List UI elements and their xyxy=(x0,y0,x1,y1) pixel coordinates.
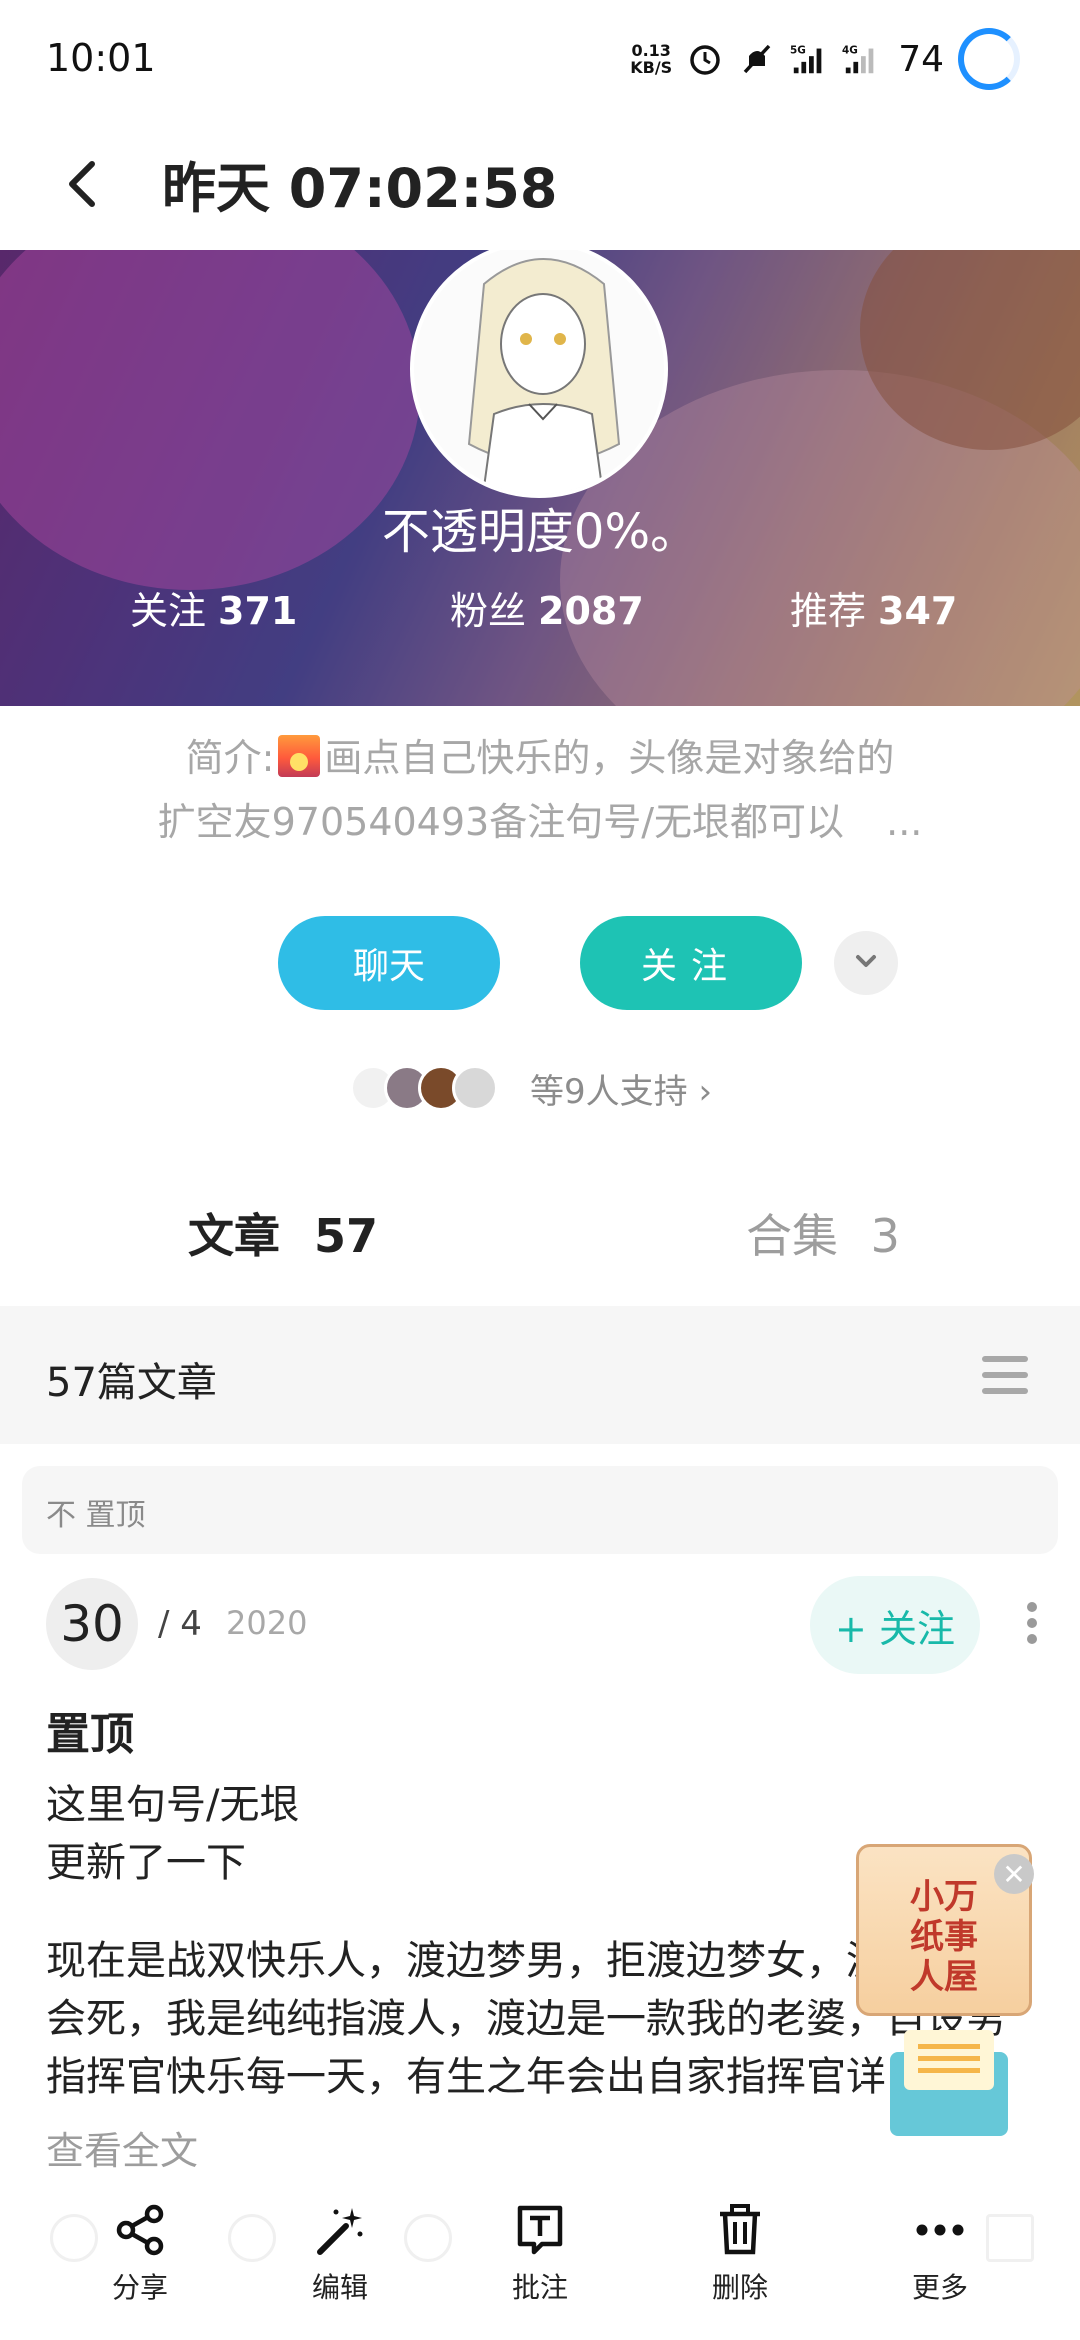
top-bar: 昨天 07:02:58 xyxy=(0,120,1080,250)
tab-collections[interactable]: 合集 3 xyxy=(746,1200,900,1266)
post-title[interactable]: 置顶 xyxy=(46,1698,134,1762)
ad-text-line: 纸事 xyxy=(910,1917,978,1957)
list-menu-icon[interactable] xyxy=(982,1356,1028,1394)
follow-button[interactable]: 关注 xyxy=(580,916,802,1010)
bio-prefix: 简介: xyxy=(185,736,275,780)
tab-count: 3 xyxy=(870,1209,900,1263)
network-speed-value: 0.13 xyxy=(631,41,671,60)
edit-button[interactable]: 编辑 xyxy=(280,2200,400,2306)
back-arrow-icon[interactable] xyxy=(56,148,116,218)
bio-text: 画点自己快乐的，头像是对象给的 xyxy=(324,736,895,780)
tab-label: 合集 xyxy=(746,1209,838,1263)
bio-text: 扩空友970540493备注句号/无垠都可以 xyxy=(157,800,845,844)
svg-text:5G: 5G xyxy=(790,44,806,56)
pinned-filter-bar[interactable]: 不 置顶 xyxy=(22,1466,1058,1554)
network-speed-unit: KB/S xyxy=(630,58,673,77)
trash-icon xyxy=(710,2200,770,2260)
stat-value: 2087 xyxy=(538,589,644,633)
svg-text:4G: 4G xyxy=(842,44,858,56)
bio-line-1: 简介: 画点自己快乐的，头像是对象给的 xyxy=(120,726,960,790)
delete-button[interactable]: 删除 xyxy=(680,2200,800,2306)
action-label: 批注 xyxy=(511,2271,568,2304)
post-text-line: 这里句号/无垠 xyxy=(46,1782,300,1828)
status-time: 10:01 xyxy=(46,36,156,80)
action-label: 更多 xyxy=(911,2271,968,2304)
post-follow-button[interactable]: + 关注 xyxy=(810,1576,980,1674)
bio-line-2: 扩空友970540493备注句号/无垠都可以 ... xyxy=(120,790,960,854)
status-bar: 10:01 0.13 KB/S 5G 4G 74 xyxy=(0,0,1080,120)
stat-following[interactable]: 关注 371 xyxy=(130,580,297,635)
post-date-year: 2020 xyxy=(226,1604,308,1642)
tab-label: 文章 xyxy=(188,1209,280,1263)
avatar[interactable] xyxy=(410,250,668,498)
annotate-button[interactable]: 批注 xyxy=(480,2200,600,2306)
envelope-icon[interactable] xyxy=(890,2030,1008,2136)
sunset-emoji-icon xyxy=(278,735,321,777)
profile-stats: 关注 371 粉丝 2087 推荐 347 xyxy=(0,580,1080,640)
stat-label: 推荐 xyxy=(790,589,867,633)
read-more-link[interactable]: 查看全文 xyxy=(46,2120,198,2175)
stat-followers[interactable]: 粉丝 2087 xyxy=(450,580,644,635)
close-ad-icon[interactable]: ✕ xyxy=(994,1854,1034,1894)
post-more-icon[interactable] xyxy=(1022,1602,1042,1652)
articles-count-title: 57篇文章 xyxy=(46,1360,217,1406)
page-title: 昨天 07:02:58 xyxy=(162,157,558,220)
stat-label: 关注 xyxy=(130,589,207,633)
action-label: 分享 xyxy=(111,2271,168,2304)
supporters-text: 等9人支持 › xyxy=(530,1071,713,1112)
network-speed: 0.13 KB/S xyxy=(630,42,672,76)
stat-value: 371 xyxy=(218,589,298,633)
ad-text-line: 人屋 xyxy=(910,1957,978,1997)
stat-recommend[interactable]: 推荐 347 xyxy=(790,580,957,635)
articles-section-header: 57篇文章 xyxy=(0,1306,1080,1444)
chat-button[interactable]: 聊天 xyxy=(278,916,500,1010)
thumb-icon xyxy=(404,2214,452,2262)
comment-icon xyxy=(228,2214,276,2262)
floating-ad-text: 小万 纸事 人屋 xyxy=(859,1877,1029,1997)
signal-5g-icon: 5G xyxy=(790,40,828,78)
profile-bio[interactable]: 简介: 画点自己快乐的，头像是对象给的 扩空友970540493备注句号/无垠都可… xyxy=(120,726,960,854)
share-button[interactable]: 分享 xyxy=(80,2200,200,2306)
signal-4g-icon: 4G xyxy=(842,40,880,78)
battery-level: 74 xyxy=(898,38,944,80)
chevron-down-icon xyxy=(852,951,880,975)
profile-banner: 不透明度0%。 关注 371 粉丝 2087 推荐 347 xyxy=(0,250,1080,706)
pinned-label: 不 置顶 xyxy=(46,1498,146,1533)
bio-expand[interactable]: ... xyxy=(886,800,922,844)
stat-value: 347 xyxy=(878,589,958,633)
text-box-icon xyxy=(510,2200,570,2260)
alarm-icon xyxy=(686,40,724,78)
tab-articles[interactable]: 文章 57 xyxy=(188,1200,378,1266)
post-text-line: 更新了一下 xyxy=(46,1840,246,1886)
more-dots-icon xyxy=(910,2200,970,2260)
share-icon xyxy=(110,2200,170,2260)
expand-options-button[interactable] xyxy=(834,931,898,995)
profile-nickname: 不透明度0%。 xyxy=(381,504,699,560)
magic-wand-icon xyxy=(310,2200,370,2260)
supporter-avatar xyxy=(452,1065,498,1111)
supporters-row[interactable]: 等9人支持 › xyxy=(350,1058,712,1118)
post-date-month: / 4 xyxy=(158,1604,202,1644)
bottom-action-bar: 分享 编辑 批注 删除 更多 xyxy=(0,2170,1080,2340)
battery-ring-icon xyxy=(958,28,1020,90)
more-button[interactable]: 更多 xyxy=(880,2200,1000,2306)
action-label: 删除 xyxy=(711,2271,768,2304)
post-date-day: 30 xyxy=(46,1578,138,1670)
tab-count: 57 xyxy=(314,1209,379,1263)
mute-icon xyxy=(738,40,776,78)
stat-label: 粉丝 xyxy=(450,589,527,633)
status-icons: 0.13 KB/S 5G 4G 74 xyxy=(630,24,1020,94)
action-label: 编辑 xyxy=(311,2271,368,2304)
